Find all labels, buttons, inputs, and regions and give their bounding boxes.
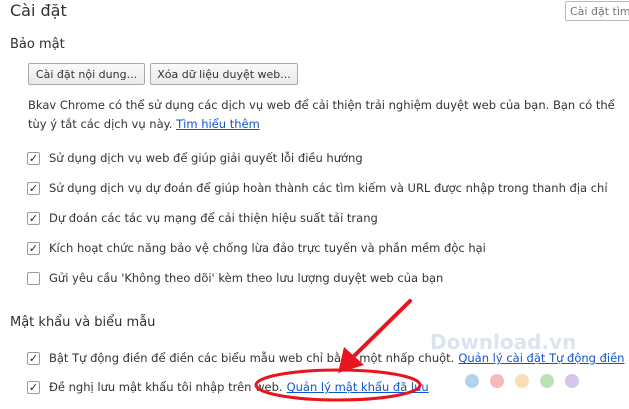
watermark-dot bbox=[540, 374, 554, 388]
watermark-dot bbox=[490, 374, 504, 388]
highlight-ellipse bbox=[254, 368, 422, 402]
watermark-dot bbox=[565, 374, 579, 388]
annotation-arrow-line bbox=[350, 299, 412, 360]
watermark-dot bbox=[465, 374, 479, 388]
annotation-overlay bbox=[254, 299, 579, 402]
watermark-dot bbox=[515, 374, 529, 388]
watermark-dots bbox=[465, 374, 579, 388]
